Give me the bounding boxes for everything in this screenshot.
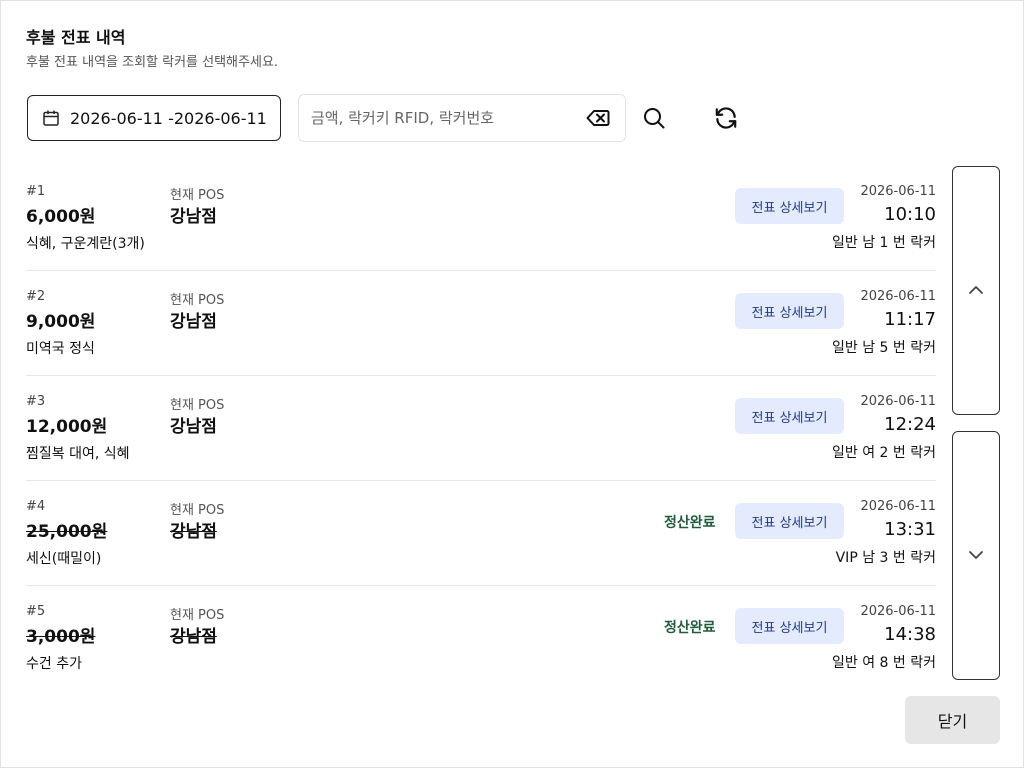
item-amount: 12,000원 xyxy=(26,417,108,437)
chevron-down-icon xyxy=(967,546,985,565)
locker-info: 일반 남 5 번 락커 xyxy=(832,340,936,356)
locker-info: VIP 남 3 번 락커 xyxy=(835,550,936,566)
scroll-up-button[interactable] xyxy=(952,166,1000,415)
store-name: 강남점 xyxy=(170,627,217,647)
slip-detail-button[interactable]: 전표 상세보기 xyxy=(735,503,844,539)
item-date: 2026-06-11 xyxy=(860,499,936,514)
calendar-icon xyxy=(42,109,60,127)
item-products: 미역국 정식 xyxy=(26,341,95,357)
item-number: #4 xyxy=(26,499,46,514)
item-number: #1 xyxy=(26,184,46,199)
item-date: 2026-06-11 xyxy=(860,394,936,409)
item-time: 13:31 xyxy=(884,519,936,540)
page-subtitle: 후불 전표 내역을 조회할 락커를 선택해주세요. xyxy=(26,55,279,70)
list-item: #4 25,000원 세신(때밀이) 현재 POS 강남점 정산완료 전표 상세… xyxy=(26,481,936,586)
pos-label: 현재 POS xyxy=(170,503,225,518)
pos-label: 현재 POS xyxy=(170,188,225,203)
locker-info: 일반 남 1 번 락커 xyxy=(832,235,936,251)
slip-detail-button[interactable]: 전표 상세보기 xyxy=(735,188,844,224)
search-input[interactable] xyxy=(311,109,585,127)
item-date: 2026-06-11 xyxy=(860,289,936,304)
item-time: 10:10 xyxy=(884,204,936,225)
pos-label: 현재 POS xyxy=(170,398,225,413)
slip-list: #1 6,000원 식혜, 구운계란(3개) 현재 POS 강남점 전표 상세보… xyxy=(26,166,936,691)
slip-detail-button[interactable]: 전표 상세보기 xyxy=(735,608,844,644)
item-amount: 6,000원 xyxy=(26,207,96,227)
item-amount: 3,000원 xyxy=(26,627,96,647)
store-name: 강남점 xyxy=(170,312,217,332)
item-amount: 25,000원 xyxy=(26,522,108,542)
store-name: 강남점 xyxy=(170,207,217,227)
locker-info: 일반 여 2 번 락커 xyxy=(832,445,936,461)
item-products: 찜질복 대여, 식혜 xyxy=(26,446,130,462)
list-item: #2 9,000원 미역국 정식 현재 POS 강남점 전표 상세보기 2026… xyxy=(26,271,936,376)
item-number: #5 xyxy=(26,604,46,619)
page-title: 후불 전표 내역 xyxy=(26,28,126,47)
list-item: #3 12,000원 찜질복 대여, 식혜 현재 POS 강남점 전표 상세보기… xyxy=(26,376,936,481)
settled-badge: 정산완료 xyxy=(664,515,716,531)
date-range-picker[interactable]: 2026-06-11 -2026-06-11 xyxy=(27,95,281,141)
search-field xyxy=(298,94,626,142)
store-name: 강남점 xyxy=(170,417,217,437)
close-button[interactable]: 닫기 xyxy=(905,696,1000,744)
slip-detail-button[interactable]: 전표 상세보기 xyxy=(735,293,844,329)
pos-label: 현재 POS xyxy=(170,608,225,623)
backspace-clear-icon[interactable] xyxy=(585,107,611,129)
list-item: #5 3,000원 수건 추가 현재 POS 강남점 정산완료 전표 상세보기 … xyxy=(26,586,936,691)
scroll-down-button[interactable] xyxy=(952,431,1000,680)
store-name: 강남점 xyxy=(170,522,217,542)
item-amount: 9,000원 xyxy=(26,312,96,332)
settled-badge: 정산완료 xyxy=(664,620,716,636)
item-products: 수건 추가 xyxy=(26,656,82,672)
pos-label: 현재 POS xyxy=(170,293,225,308)
item-number: #3 xyxy=(26,394,46,409)
chevron-up-icon xyxy=(967,281,985,300)
locker-info: 일반 여 8 번 락커 xyxy=(832,655,936,671)
item-number: #2 xyxy=(26,289,46,304)
item-time: 12:24 xyxy=(884,414,936,435)
item-time: 14:38 xyxy=(884,624,936,645)
item-time: 11:17 xyxy=(884,309,936,330)
slip-history-dialog: 후불 전표 내역 후불 전표 내역을 조회할 락커를 선택해주세요. 2026-… xyxy=(0,0,1024,768)
item-date: 2026-06-11 xyxy=(860,184,936,199)
item-products: 식혜, 구운계란(3개) xyxy=(26,236,145,252)
date-range-text: 2026-06-11 -2026-06-11 xyxy=(70,108,267,128)
item-date: 2026-06-11 xyxy=(860,604,936,619)
refresh-icon[interactable] xyxy=(711,103,741,133)
slip-detail-button[interactable]: 전표 상세보기 xyxy=(735,398,844,434)
item-products: 세신(때밀이) xyxy=(26,551,102,567)
search-icon[interactable] xyxy=(639,103,669,133)
list-item: #1 6,000원 식혜, 구운계란(3개) 현재 POS 강남점 전표 상세보… xyxy=(26,166,936,271)
